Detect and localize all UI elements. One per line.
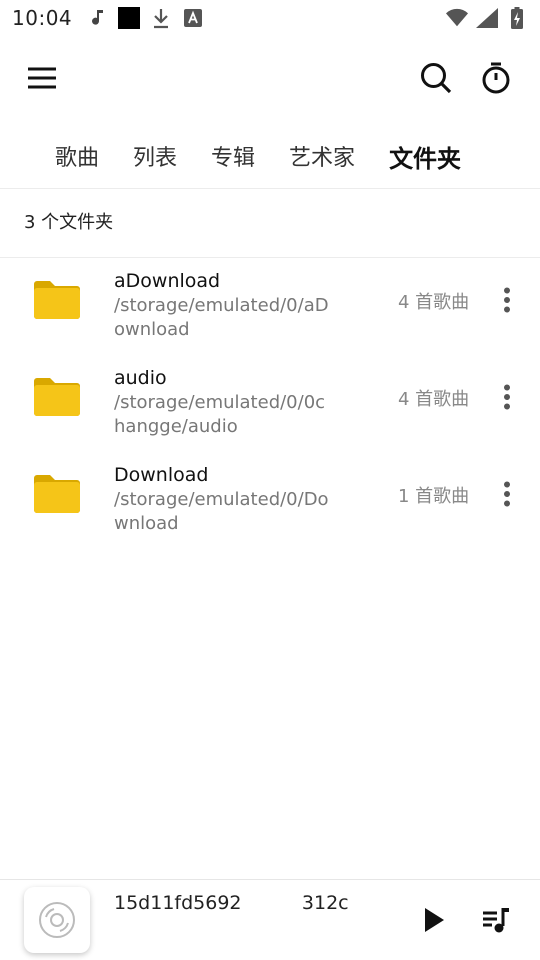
music-note-icon xyxy=(86,7,108,29)
folder-row[interactable]: Download /storage/emulated/0/Download 1 … xyxy=(0,456,540,553)
folder-name: Download xyxy=(114,464,209,486)
more-vert-icon xyxy=(504,384,510,410)
tab-songs[interactable]: 歌曲 xyxy=(55,140,99,172)
divider xyxy=(0,257,540,258)
tab-folders[interactable]: 文件夹 xyxy=(389,139,461,174)
folder-song-count: 1 首歌曲 xyxy=(398,486,470,507)
signal-icon xyxy=(476,7,498,29)
mini-player[interactable]: 15d11fd5692 312c xyxy=(0,880,540,960)
tab-playlists[interactable]: 列表 xyxy=(133,140,177,172)
status-icons-right xyxy=(446,7,528,29)
title-fade xyxy=(362,892,382,922)
folder-name: aDownload xyxy=(114,270,221,292)
folder-list: aDownload /storage/emulated/0/aDownload … xyxy=(0,262,540,553)
player-title-text: 15d11fd5692 312c xyxy=(114,892,349,914)
folder-text: aDownload /storage/emulated/0/aDownload xyxy=(114,268,334,342)
more-vert-icon xyxy=(504,287,510,313)
timer-icon xyxy=(482,62,510,94)
download-icon xyxy=(150,7,172,29)
more-vert-icon xyxy=(504,481,510,507)
folder-path: /storage/emulated/0/0changge/audio xyxy=(114,392,326,437)
folder-text: Download /storage/emulated/0/Download xyxy=(114,462,334,536)
queue-button[interactable] xyxy=(476,900,516,940)
album-art-icon xyxy=(39,902,75,938)
folder-path: /storage/emulated/0/aDownload xyxy=(114,295,329,340)
queue-icon xyxy=(483,908,509,933)
album-art[interactable] xyxy=(24,887,90,953)
more-options-button[interactable] xyxy=(492,282,522,318)
app-bar xyxy=(0,50,540,106)
wifi-icon xyxy=(446,7,468,29)
folder-row[interactable]: audio /storage/emulated/0/0changge/audio… xyxy=(0,359,540,456)
more-options-button[interactable] xyxy=(492,476,522,512)
more-options-button[interactable] xyxy=(492,379,522,415)
folder-text: audio /storage/emulated/0/0changge/audio xyxy=(114,365,334,439)
search-icon xyxy=(421,63,452,94)
folder-path: /storage/emulated/0/Download xyxy=(114,489,329,534)
font-icon xyxy=(182,7,204,29)
play-icon xyxy=(425,908,444,932)
divider xyxy=(0,188,540,189)
tab-albums[interactable]: 专辑 xyxy=(211,140,255,172)
folder-icon xyxy=(34,378,80,416)
sleep-timer-button[interactable] xyxy=(474,56,518,100)
status-bar: 10:04 xyxy=(0,0,540,36)
search-button[interactable] xyxy=(414,56,458,100)
folder-icon xyxy=(34,475,80,513)
folder-song-count: 4 首歌曲 xyxy=(398,389,470,410)
tab-artists[interactable]: 艺术家 xyxy=(289,140,355,172)
folder-count-label: 3 个文件夹 xyxy=(24,212,114,233)
category-tabs: 歌曲 列表 专辑 艺术家 文件夹 xyxy=(0,128,540,184)
battery-charging-icon xyxy=(506,7,528,29)
folder-song-count: 4 首歌曲 xyxy=(398,292,470,313)
status-icons-left xyxy=(86,7,204,29)
menu-icon xyxy=(28,67,56,89)
play-button[interactable] xyxy=(414,900,454,940)
player-song-title[interactable]: 15d11fd5692 312c xyxy=(114,892,382,922)
folder-name: audio xyxy=(114,367,167,389)
folder-row[interactable]: aDownload /storage/emulated/0/aDownload … xyxy=(0,262,540,359)
black-square-icon xyxy=(118,7,141,29)
folder-icon xyxy=(34,281,80,319)
status-time: 10:04 xyxy=(12,6,73,30)
menu-button[interactable] xyxy=(20,56,64,100)
